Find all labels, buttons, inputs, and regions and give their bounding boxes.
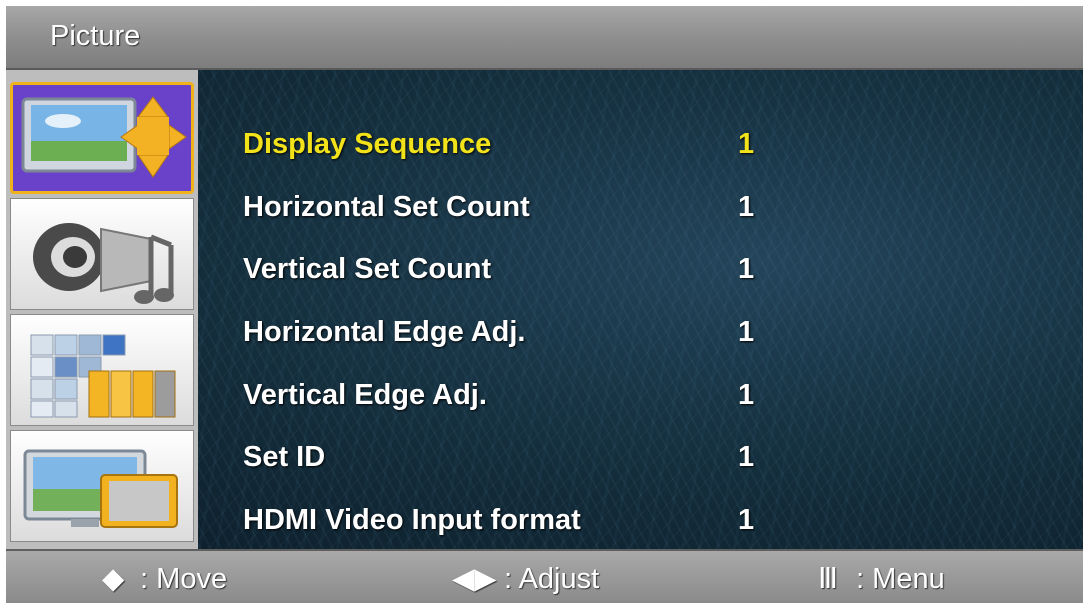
menu-content-area: Display Sequence 1 Horizontal Set Count … [6, 70, 1083, 549]
hint-adjust-label: : Adjust [504, 563, 600, 595]
left-right-arrows-icon: ◀▶ [452, 563, 497, 595]
menu-item-label: HDMI Video Input format [243, 504, 581, 536]
tab-sound[interactable] [10, 198, 194, 310]
menu-item-set-id[interactable]: Set ID 1 [243, 441, 803, 481]
menu-item-label: Display Sequence [243, 128, 492, 160]
tab-setup[interactable] [10, 314, 194, 426]
hint-menu-label: : Menu [856, 563, 945, 595]
title-bar: Picture [6, 6, 1083, 70]
menu-button-icon: Ⅲ [818, 563, 838, 595]
menu-item-value: 1 [738, 253, 755, 285]
hint-adjust: ◀▶ : Adjust [452, 561, 599, 596]
monitor-input-icon [23, 449, 178, 528]
key-hint-bar: ◆ : Move ◀▶ : Adjust Ⅲ : Menu [6, 549, 1083, 603]
menu-item-vertical-edge-adj[interactable]: Vertical Edge Adj. 1 [243, 379, 803, 419]
menu-item-label: Horizontal Set Count [243, 191, 530, 223]
menu-item-vertical-set-count[interactable]: Vertical Set Count 1 [243, 253, 803, 293]
osd-window: Picture Display Sequence 1 Horizontal Se… [6, 6, 1083, 603]
hint-move-label: : Move [140, 563, 228, 595]
menu-title: Picture [50, 20, 141, 52]
monitor-arrows-icon [21, 96, 187, 178]
tab-input[interactable] [10, 430, 194, 542]
category-sidebar [6, 70, 198, 549]
menu-item-value: 1 [738, 379, 755, 411]
menu-item-label: Vertical Set Count [243, 253, 492, 285]
menu-item-value: 1 [738, 316, 755, 348]
channel-grid-icon [30, 334, 176, 418]
menu-item-label: Vertical Edge Adj. [243, 379, 487, 411]
menu-item-hdmi-video-input-format[interactable]: HDMI Video Input format 1 [243, 504, 803, 544]
up-down-arrows-icon: ◆ [102, 563, 125, 595]
menu-item-label: Horizontal Edge Adj. [243, 316, 526, 348]
menu-item-value: 1 [738, 128, 755, 160]
menu-item-horizontal-set-count[interactable]: Horizontal Set Count 1 [243, 191, 803, 231]
hint-menu: Ⅲ : Menu [818, 561, 945, 596]
menu-item-display-sequence[interactable]: Display Sequence 1 [243, 128, 803, 168]
hint-move: ◆ : Move [102, 561, 227, 596]
speaker-note-icon [33, 223, 174, 304]
menu-item-value: 1 [738, 191, 755, 223]
tab-picture[interactable] [10, 82, 194, 194]
menu-item-value: 1 [738, 504, 755, 536]
menu-item-label: Set ID [243, 441, 326, 473]
menu-item-horizontal-edge-adj[interactable]: Horizontal Edge Adj. 1 [243, 316, 803, 356]
menu-item-value: 1 [738, 441, 755, 473]
